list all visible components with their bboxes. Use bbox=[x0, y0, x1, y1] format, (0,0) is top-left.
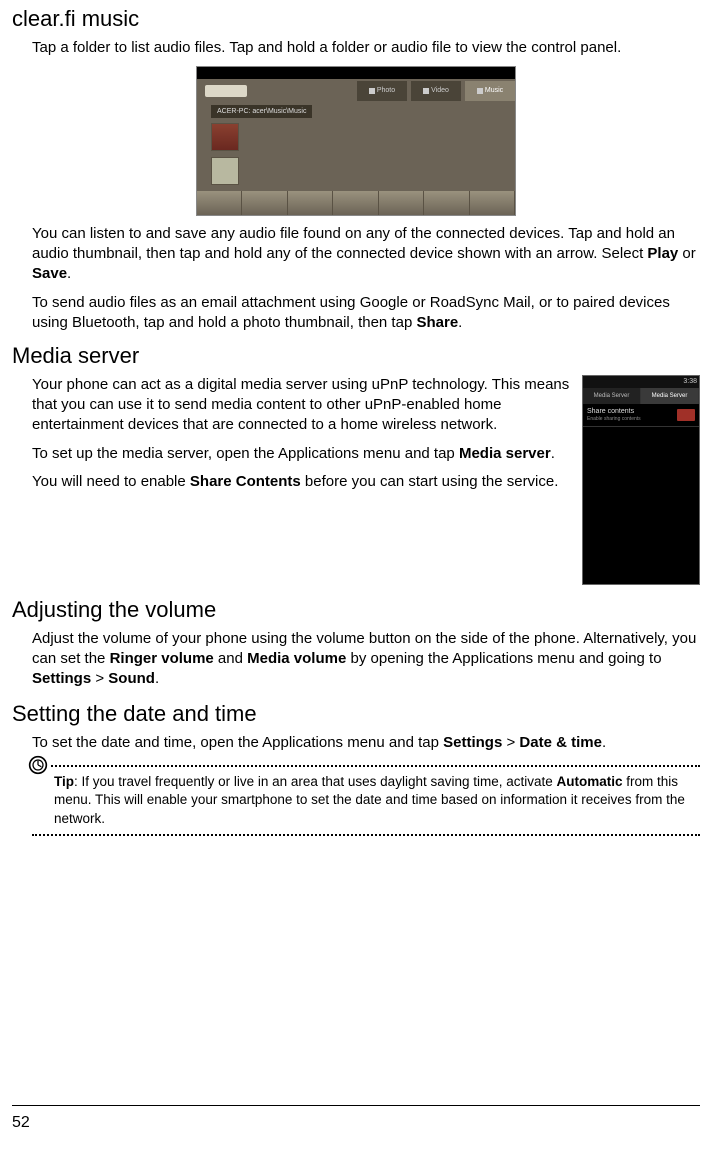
text: or bbox=[678, 245, 696, 262]
tab-label: Music bbox=[485, 86, 503, 95]
ui-term-share: Share bbox=[416, 314, 458, 331]
share-contents-toggle[interactable] bbox=[677, 409, 695, 421]
share-contents-row[interactable]: Share contents Enable sharing contents bbox=[583, 404, 699, 427]
ui-term-media-volume: Media volume bbox=[247, 650, 346, 667]
dock-item[interactable] bbox=[470, 191, 515, 215]
tab-media-server[interactable]: Media Server bbox=[583, 388, 641, 404]
text: > bbox=[502, 734, 519, 751]
clearfi-logo bbox=[205, 85, 247, 97]
heading-clearfi-music: clear.fi music bbox=[12, 4, 700, 34]
dock-item[interactable] bbox=[288, 191, 333, 215]
text: . bbox=[155, 670, 159, 687]
dock-item[interactable] bbox=[379, 191, 424, 215]
text: > bbox=[91, 670, 108, 687]
tip-label: Tip bbox=[54, 774, 74, 789]
row-title: Share contents bbox=[587, 408, 641, 416]
source-path: ACER-PC: acer\Music\Music bbox=[211, 105, 312, 118]
text: If you travel frequently or live in an a… bbox=[82, 774, 557, 789]
paragraph: You will need to enable Share Contents b… bbox=[32, 472, 574, 492]
heading-adjusting-volume: Adjusting the volume bbox=[12, 595, 700, 625]
dock-item[interactable] bbox=[333, 191, 378, 215]
text: before you can start using the service. bbox=[301, 473, 559, 490]
screenshot-media-server: 3:38 Media Server Media Server Share con… bbox=[582, 375, 700, 585]
paragraph: Your phone can act as a digital media se… bbox=[32, 375, 574, 436]
status-bar bbox=[197, 67, 515, 79]
media-server-row: Your phone can act as a digital media se… bbox=[32, 375, 700, 585]
page-footer: 52 bbox=[12, 1105, 700, 1134]
music-icon bbox=[477, 88, 483, 94]
video-icon bbox=[423, 88, 429, 94]
paragraph: To send audio files as an email attachme… bbox=[32, 293, 700, 334]
text: You will need to enable bbox=[32, 473, 190, 490]
photo-icon bbox=[369, 88, 375, 94]
text: . bbox=[67, 265, 71, 282]
tab-media-server-active[interactable]: Media Server bbox=[641, 388, 699, 404]
paragraph: You can listen to and save any audio fil… bbox=[32, 224, 700, 285]
tab-label: Photo bbox=[377, 86, 395, 95]
text: . bbox=[458, 314, 462, 331]
paragraph: Adjust the volume of your phone using th… bbox=[32, 629, 700, 690]
text: and bbox=[214, 650, 247, 667]
ui-term-save: Save bbox=[32, 265, 67, 282]
audio-thumbnail[interactable] bbox=[211, 123, 239, 151]
heading-setting-date-time: Setting the date and time bbox=[12, 699, 700, 729]
row-subtitle: Enable sharing contents bbox=[587, 416, 641, 423]
ui-term-play: Play bbox=[647, 245, 678, 262]
tab-music[interactable]: Music bbox=[465, 81, 515, 101]
media-server-tabs: Media Server Media Server bbox=[583, 388, 699, 404]
media-server-text: Your phone can act as a digital media se… bbox=[32, 375, 574, 500]
dock-item[interactable] bbox=[242, 191, 287, 215]
text: . bbox=[602, 734, 606, 751]
audio-thumbnail[interactable] bbox=[211, 157, 239, 185]
text: To set up the media server, open the App… bbox=[32, 445, 459, 462]
ui-term-media-server: Media server bbox=[459, 445, 551, 462]
text: To set the date and time, open the Appli… bbox=[32, 734, 443, 751]
tip-box: Tip: If you travel frequently or live in… bbox=[32, 765, 700, 836]
tip-icon bbox=[28, 755, 50, 777]
ui-term-date-time: Date & time bbox=[519, 734, 602, 751]
tab-label: Video bbox=[431, 86, 449, 95]
tip-content: Tip: If you travel frequently or live in… bbox=[54, 773, 700, 828]
ui-term-sound: Sound bbox=[108, 670, 155, 687]
row-text: Share contents Enable sharing contents bbox=[587, 408, 641, 422]
text: You can listen to and save any audio fil… bbox=[32, 225, 675, 262]
ui-term-ringer-volume: Ringer volume bbox=[110, 650, 214, 667]
device-dock bbox=[197, 191, 515, 215]
ui-term-settings: Settings bbox=[443, 734, 502, 751]
media-tabs: Photo Video Music bbox=[357, 81, 515, 101]
ui-term-share-contents: Share Contents bbox=[190, 473, 301, 490]
text: . bbox=[551, 445, 555, 462]
paragraph: To set up the media server, open the App… bbox=[32, 444, 574, 464]
screenshot-clearfi-music: Photo Video Music ACER-PC: acer\Music\Mu… bbox=[196, 66, 516, 216]
paragraph: Tap a folder to list audio files. Tap an… bbox=[32, 38, 700, 58]
dock-item[interactable] bbox=[424, 191, 469, 215]
dock-item[interactable] bbox=[197, 191, 242, 215]
tab-video[interactable]: Video bbox=[411, 81, 461, 101]
text: : bbox=[74, 774, 82, 789]
ui-term-automatic: Automatic bbox=[557, 774, 623, 789]
page-number: 52 bbox=[12, 1114, 30, 1131]
tab-photo[interactable]: Photo bbox=[357, 81, 407, 101]
text: To send audio files as an email attachme… bbox=[32, 294, 670, 331]
status-bar: 3:38 bbox=[583, 376, 699, 388]
text: by opening the Applications menu and goi… bbox=[346, 650, 661, 667]
heading-media-server: Media server bbox=[12, 341, 700, 371]
ui-term-settings: Settings bbox=[32, 670, 91, 687]
paragraph: To set the date and time, open the Appli… bbox=[32, 733, 700, 753]
